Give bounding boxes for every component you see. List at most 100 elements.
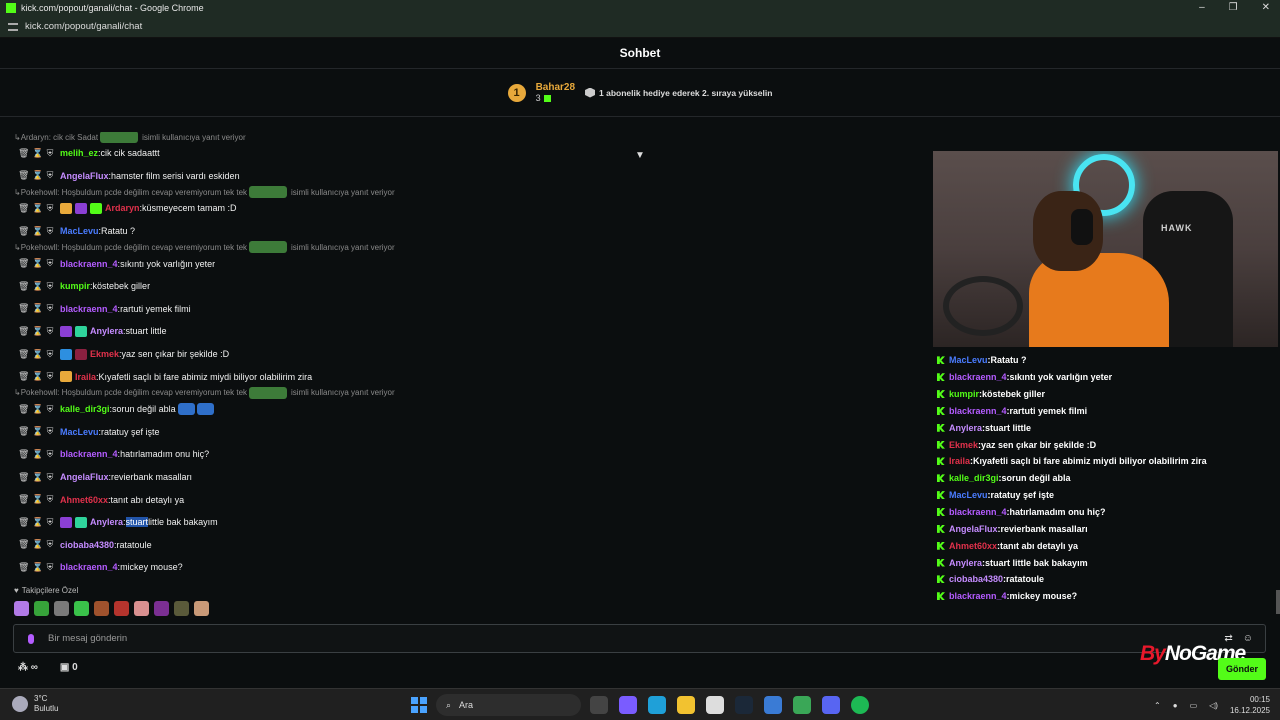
- username[interactable]: melih_ez: [60, 148, 98, 158]
- chrome-icon[interactable]: [793, 696, 811, 714]
- task-view-icon[interactable]: [590, 696, 608, 714]
- subscriber-leaderboard[interactable]: 1 Bahar28 3 1 abonelik hediye ederek 2. …: [0, 69, 1280, 117]
- points-infinity[interactable]: ⁂ ∞: [18, 662, 38, 673]
- emote-9[interactable]: [174, 601, 189, 616]
- start-button[interactable]: [411, 697, 427, 713]
- volume-icon[interactable]: ◁): [1209, 701, 1218, 710]
- file-explorer-icon[interactable]: [677, 696, 695, 714]
- username[interactable]: blackraenn_4: [60, 259, 118, 269]
- timeout-icon[interactable]: ⌛: [32, 304, 43, 313]
- timeout-icon[interactable]: ⌛: [32, 404, 43, 414]
- ban-icon[interactable]: ⛨: [46, 562, 54, 572]
- chat-message[interactable]: 🗑 ⌛ ⛨ Anylera: stuart little: [0, 320, 930, 343]
- mic-tray-icon[interactable]: ●: [1173, 701, 1178, 710]
- user-badge-icon[interactable]: [60, 348, 72, 360]
- username[interactable]: Anylera: [90, 326, 123, 336]
- emote-8[interactable]: [154, 601, 169, 616]
- reply-context[interactable]: ↳ Pokehowll: Hoşbuldum pcde değilim ceva…: [0, 186, 930, 199]
- chat-message[interactable]: 🗑 ⌛ ⛨ MacLevu: Ratatu ?: [0, 220, 930, 243]
- trash-icon[interactable]: 🗑: [18, 349, 29, 359]
- chat-message[interactable]: 🗑 ⌛ ⛨ Iraila: Kıyafetli saçlı bi fare abimi…: [0, 365, 930, 388]
- trash-icon[interactable]: 🗑: [18, 203, 29, 213]
- ban-icon[interactable]: ⛨: [46, 281, 54, 291]
- username[interactable]: AngelaFlux: [60, 171, 109, 181]
- weather-widget[interactable]: 3°C Bulutlu: [12, 694, 58, 714]
- chat-message[interactable]: 🗑 ⌛ ⛨ blackraenn_4: hatırlamadım onu hiç?: [0, 443, 930, 466]
- user-badge-icon[interactable]: [60, 516, 72, 528]
- timeout-icon[interactable]: ⌛: [32, 472, 43, 482]
- ban-icon[interactable]: ⛨: [46, 304, 54, 313]
- ban-icon[interactable]: ⛨: [46, 540, 54, 549]
- user-badge-icon[interactable]: [75, 348, 87, 360]
- scrollbar[interactable]: [1276, 590, 1280, 614]
- ban-icon[interactable]: ⛨: [46, 517, 54, 527]
- ban-icon[interactable]: ⛨: [46, 326, 54, 336]
- timeout-icon[interactable]: ⌛: [32, 449, 43, 459]
- store-icon[interactable]: [706, 696, 724, 714]
- user-badge-icon[interactable]: [60, 371, 72, 383]
- trash-icon[interactable]: 🗑: [18, 517, 29, 527]
- username[interactable]: blackraenn_4: [60, 562, 118, 572]
- microphone-icon[interactable]: [28, 633, 34, 644]
- trash-icon[interactable]: 🗑: [18, 540, 29, 549]
- trash-icon[interactable]: 🗑: [18, 326, 29, 336]
- user-badge-icon[interactable]: [75, 202, 87, 214]
- reply-context[interactable]: ↳ Pokehowll: Hoşbuldum pcde değilim ceva…: [0, 241, 930, 254]
- username[interactable]: blackraenn_4: [60, 304, 118, 314]
- close-icon[interactable]: ✕: [1262, 2, 1270, 13]
- timeout-icon[interactable]: ⌛: [32, 540, 43, 549]
- chat-message[interactable]: 🗑 ⌛ ⛨ blackraenn_4: mickey mouse?: [0, 556, 930, 579]
- restore-icon[interactable]: ❐: [1229, 2, 1238, 13]
- ban-icon[interactable]: ⛨: [46, 349, 54, 359]
- timeout-icon[interactable]: ⌛: [32, 349, 43, 359]
- trash-icon[interactable]: 🗑: [18, 495, 29, 504]
- app-icon[interactable]: [764, 696, 782, 714]
- trash-icon[interactable]: 🗑: [18, 304, 29, 313]
- ban-icon[interactable]: ⛨: [46, 427, 54, 436]
- username[interactable]: kalle_dir3gi: [60, 404, 110, 414]
- trash-icon[interactable]: 🗑: [18, 171, 29, 180]
- ban-icon[interactable]: ⛨: [46, 203, 54, 213]
- chat-message[interactable]: 🗑 ⌛ ⛨ ciobaba4380: ratatoule: [0, 534, 930, 557]
- username[interactable]: MacLevu: [60, 427, 99, 437]
- site-info-icon[interactable]: [8, 22, 18, 31]
- timeout-icon[interactable]: ⌛: [32, 517, 43, 527]
- ban-icon[interactable]: ⛨: [46, 226, 54, 236]
- trash-icon[interactable]: 🗑: [18, 449, 29, 459]
- username[interactable]: Iraila: [75, 372, 96, 382]
- send-button[interactable]: Gönder: [1218, 658, 1266, 680]
- clock[interactable]: 00:15 16.12.2025: [1230, 694, 1270, 716]
- trash-icon[interactable]: 🗑: [18, 226, 29, 236]
- trash-icon[interactable]: 🗑: [18, 472, 29, 482]
- user-badge-icon[interactable]: [90, 202, 102, 214]
- timeout-icon[interactable]: ⌛: [32, 427, 43, 436]
- user-badge-icon[interactable]: [75, 325, 87, 337]
- timeout-icon[interactable]: ⌛: [32, 148, 43, 158]
- emote-4[interactable]: [74, 601, 89, 616]
- discord-icon[interactable]: [822, 696, 840, 714]
- reply-context[interactable]: ↳ Pokehowll: Hoşbuldum pcde değilim ceva…: [0, 386, 930, 399]
- ban-icon[interactable]: ⛨: [46, 259, 54, 268]
- chat-message[interactable]: 🗑 ⌛ ⛨ MacLevu: ratatuy şef işte: [0, 421, 930, 444]
- chat-message[interactable]: 🗑 ⌛ ⛨ AngelaFlux: revierbank masalları: [0, 466, 930, 489]
- user-badge-icon[interactable]: [60, 325, 72, 337]
- chat-message[interactable]: 🗑 ⌛ ⛨ Ahmet60xx: tanıt abı detaylı ya: [0, 488, 930, 511]
- trash-icon[interactable]: 🗑: [18, 404, 29, 414]
- timeout-icon[interactable]: ⌛: [32, 281, 43, 291]
- emote-10[interactable]: [194, 601, 209, 616]
- emote-5[interactable]: [94, 601, 109, 616]
- username[interactable]: AngelaFlux: [60, 472, 109, 482]
- emote-3[interactable]: [54, 601, 69, 616]
- taskbar-search[interactable]: ⌕ Ara: [436, 694, 581, 716]
- minimize-icon[interactable]: –: [1199, 2, 1205, 13]
- ban-icon[interactable]: ⛨: [46, 472, 54, 482]
- username[interactable]: Anylera: [90, 517, 123, 527]
- user-badge-icon[interactable]: [60, 202, 72, 214]
- timeout-icon[interactable]: ⌛: [32, 171, 43, 180]
- timeout-icon[interactable]: ⌛: [32, 203, 43, 213]
- emote-heart[interactable]: [14, 601, 29, 616]
- chat-message[interactable]: 🗑 ⌛ ⛨ Ardaryn: küsmeyecem tamam :D: [0, 197, 930, 220]
- ban-icon[interactable]: ⛨: [46, 372, 54, 381]
- username[interactable]: Ekmek: [90, 349, 119, 359]
- ban-icon[interactable]: ⛨: [46, 404, 54, 414]
